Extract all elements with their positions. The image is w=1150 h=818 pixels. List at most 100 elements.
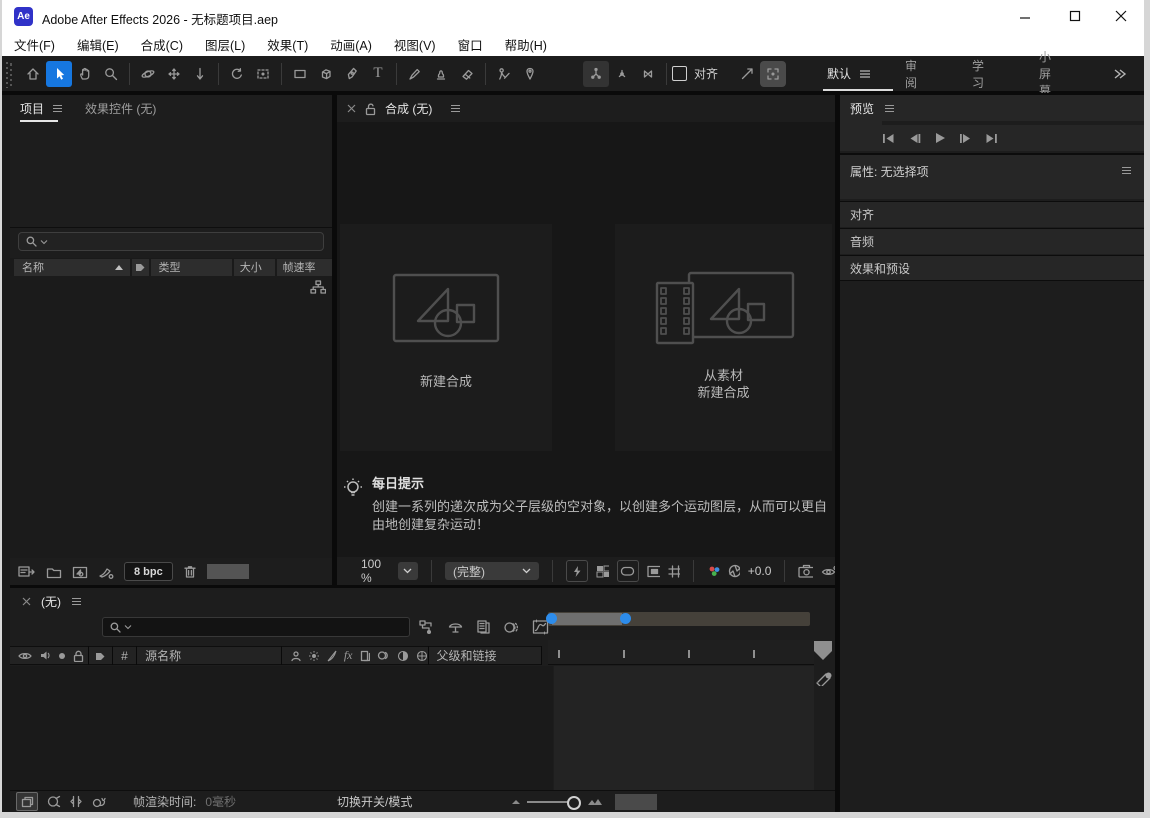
mask-visibility-button[interactable] (617, 560, 639, 582)
zoom-slider-knob[interactable] (567, 796, 581, 810)
track-area[interactable] (554, 666, 814, 790)
frame-blend-column-icon[interactable] (360, 650, 371, 662)
three-d-layer-icon[interactable] (416, 650, 428, 662)
column-framerate[interactable]: 帧速率 (277, 259, 332, 276)
menu-edit[interactable]: 编辑(E) (77, 35, 119, 54)
project-item-list[interactable] (10, 276, 332, 558)
properties-panel-menu-icon[interactable] (1121, 166, 1132, 175)
menu-help[interactable]: 帮助(H) (505, 35, 547, 54)
project-flowchart-icon[interactable] (310, 280, 326, 295)
column-name[interactable]: 名称 (14, 259, 130, 276)
pen-tool[interactable] (339, 61, 365, 87)
world-axis-mode[interactable] (609, 61, 635, 87)
composition-flowchart-icon[interactable] (418, 619, 435, 635)
new-composition-from-footage-card[interactable]: 从素材 新建合成 (615, 224, 832, 451)
zoom-out-mountain-icon[interactable] (511, 798, 521, 805)
puppet-pin-tool[interactable] (517, 61, 543, 87)
workspace-menu-icon[interactable] (859, 69, 871, 79)
splitter-project-comp[interactable] (332, 95, 337, 585)
menu-window[interactable]: 窗口 (458, 35, 483, 54)
menu-composition[interactable]: 合成(C) (141, 35, 183, 54)
in-out-panes-icon[interactable] (70, 795, 82, 808)
view-axis-mode[interactable] (635, 61, 661, 87)
shy-icon[interactable] (290, 650, 302, 662)
timeline-search-box[interactable] (102, 617, 410, 637)
snapshot-camera-icon[interactable] (798, 564, 812, 578)
transparency-grid-icon[interactable] (596, 565, 609, 578)
resolution-dropdown[interactable]: (完整) (445, 562, 539, 580)
shape-cube-tool[interactable] (313, 61, 339, 87)
effects-presets-panel-header[interactable]: 效果和预设 (840, 255, 1146, 281)
effects-fx-icon[interactable]: fx (344, 648, 353, 663)
previous-frame-button[interactable] (908, 133, 921, 144)
workspace-tab-review[interactable]: 审阅 (905, 56, 917, 91)
pan-camera-tool[interactable] (161, 61, 187, 87)
roto-brush-tool[interactable] (491, 61, 517, 87)
eraser-tool[interactable] (454, 61, 480, 87)
selection-tool[interactable] (46, 61, 72, 87)
zoom-tool[interactable] (98, 61, 124, 87)
exposure-icon[interactable] (728, 564, 740, 578)
parent-link-column[interactable]: 父级和链接 (429, 647, 542, 664)
timeline-scrollbar-thumb[interactable] (615, 794, 657, 810)
zoom-in-mountains-icon[interactable] (587, 797, 603, 806)
tab-effect-controls[interactable]: 效果控件 (无) (85, 95, 156, 122)
close-tab-icon[interactable] (22, 597, 31, 606)
close-tab-icon[interactable] (347, 104, 356, 113)
transfer-controls-icon[interactable] (47, 795, 61, 808)
first-frame-button[interactable] (882, 133, 895, 144)
motion-blur-column-icon[interactable] (377, 650, 390, 661)
time-navigator-bar[interactable] (548, 612, 810, 626)
channel-colors-icon[interactable] (707, 565, 720, 578)
project-settings-icon[interactable] (98, 565, 114, 579)
play-button[interactable] (934, 132, 946, 144)
stamp-tool[interactable] (428, 61, 454, 87)
shrink-ui-button[interactable] (734, 61, 760, 87)
workspace-tab-default[interactable]: 默认 (817, 56, 897, 91)
add-comp-marker-icon[interactable] (816, 670, 834, 686)
snap-toggle[interactable]: 对齐 (672, 65, 718, 82)
menu-animation[interactable]: 动画(A) (330, 35, 372, 54)
video-eye-icon[interactable] (18, 651, 32, 661)
align-panel-header[interactable]: 对齐 (840, 201, 1146, 227)
workspace-overflow-button[interactable] (1113, 56, 1127, 91)
timeline-panel-menu-icon[interactable] (71, 597, 82, 606)
interpret-footage-icon[interactable] (18, 564, 36, 579)
navigator-handle-left[interactable] (546, 613, 557, 624)
hand-tool[interactable] (72, 61, 98, 87)
new-composition-card[interactable]: 新建合成 (340, 224, 552, 451)
comp-marker-bin-icon[interactable] (812, 640, 834, 662)
time-ruler[interactable] (548, 640, 814, 665)
minimize-button[interactable] (1002, 0, 1048, 32)
region-of-interest-icon[interactable] (647, 565, 660, 578)
toggle-switches-modes-button[interactable]: 切换开关/模式 (337, 793, 412, 810)
close-button[interactable] (1098, 0, 1144, 32)
rectangle-tool[interactable] (287, 61, 313, 87)
menu-file[interactable]: 文件(F) (14, 35, 55, 54)
preview-panel-menu-icon[interactable] (884, 104, 895, 113)
audio-panel-header[interactable]: 音频 (840, 228, 1146, 254)
text-tool[interactable]: T (365, 61, 391, 87)
composition-panel-menu-icon[interactable] (450, 104, 461, 113)
trash-icon[interactable] (183, 564, 197, 579)
navigator-handle-right[interactable] (620, 613, 631, 624)
project-scrollbar-thumb[interactable] (207, 564, 249, 579)
next-frame-button[interactable] (959, 133, 972, 144)
rotate-tool[interactable] (224, 61, 250, 87)
project-search-box[interactable] (18, 232, 324, 251)
column-label[interactable] (132, 259, 148, 276)
search-chevron-icon[interactable] (40, 239, 48, 245)
project-panel-menu-icon[interactable] (52, 104, 63, 113)
new-folder-icon[interactable] (46, 565, 62, 579)
search-chevron-icon[interactable] (124, 624, 132, 630)
collapse-transformations-icon[interactable] (308, 650, 320, 662)
lock-icon[interactable] (73, 650, 84, 662)
quality-icon[interactable] (327, 650, 337, 662)
frame-blending-icon[interactable] (476, 619, 491, 635)
menu-view[interactable]: 视图(V) (394, 35, 436, 54)
column-size[interactable]: 大小 (234, 259, 275, 276)
properties-panel[interactable]: 属性: 无选择项 (840, 153, 1146, 199)
source-name-column[interactable]: 源名称 (137, 647, 281, 664)
brush-tool[interactable] (402, 61, 428, 87)
splitter-center-right[interactable] (835, 95, 840, 812)
